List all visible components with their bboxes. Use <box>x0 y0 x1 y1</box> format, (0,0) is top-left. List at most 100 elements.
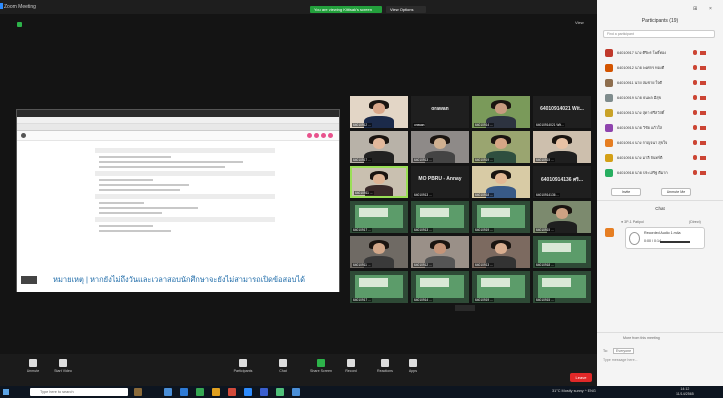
exam-note-banner: หมายเหตุ | หากยังไม่ถึงวันและเวลาสอบนักศ… <box>17 268 339 292</box>
video-tile[interactable]: 64010915 ... <box>533 271 591 303</box>
toolbar-button[interactable]: Chat <box>268 357 298 373</box>
mic-muted-icon <box>693 140 697 145</box>
toolbar-button[interactable]: Share Screen <box>306 357 336 373</box>
screen-share-banner: You are viewing Kittisak's screen <box>310 6 382 13</box>
chat-direct: (Direct) <box>689 220 701 224</box>
participant-row[interactable]: 64010919 นาย ธนพล มีสุข <box>605 93 715 103</box>
browser-address-bar <box>17 117 339 124</box>
recipient-select[interactable]: Everyone <box>613 348 635 354</box>
participant-row[interactable]: 64010915 นาย วิชัย แก้วใส <box>605 123 715 133</box>
toolbar-button[interactable]: Participants <box>228 357 258 373</box>
video-tile[interactable]: 64010919 ... <box>472 201 530 233</box>
video-tile[interactable]: 64010913 ... <box>411 131 469 163</box>
video-tile[interactable]: 64010912 ... <box>350 96 408 128</box>
participant-row[interactable]: 64010912 นาย พงศกร ทองดี <box>605 63 715 73</box>
participant-row[interactable]: 64010914 นาง กาญจนา สุขใจ <box>605 138 715 148</box>
video-tile[interactable]: 64010915 ... <box>533 131 591 163</box>
participant-display-name: 64010914136 ศริ... <box>540 177 583 183</box>
toolbar-button[interactable]: Unmute <box>18 357 48 373</box>
camera-off-icon <box>700 126 706 130</box>
video-tile[interactable]: 64010917 ... <box>350 271 408 303</box>
windows-taskbar: Type here to search 31°C Mostly sunny ^ … <box>0 386 723 398</box>
app-icon[interactable] <box>228 388 236 396</box>
avatar <box>307 133 312 138</box>
document-page <box>95 145 275 270</box>
video-tile[interactable]: 64010918 ... <box>472 166 530 198</box>
video-tile[interactable]: 64010914136 ศริ... 64010914136 ... <box>533 166 591 198</box>
app-icon[interactable] <box>276 388 284 396</box>
mic-muted-icon <box>693 80 697 85</box>
camera-off-icon <box>700 111 706 115</box>
toolbar-label: Record <box>345 369 357 373</box>
security-shield-icon[interactable] <box>17 22 22 27</box>
mic-muted-icon <box>693 155 697 160</box>
invite-button[interactable]: Invite <box>611 188 641 196</box>
app-icon[interactable] <box>292 388 300 396</box>
video-tile[interactable]: orawan orawan <box>411 96 469 128</box>
view-button[interactable]: View <box>575 20 584 25</box>
video-tile[interactable]: MO PBRU - Annay 64010913 ... <box>411 166 469 198</box>
video-tile[interactable]: 64010914 ... <box>472 96 530 128</box>
video-tile[interactable]: 64010914021 Wit... 64010914021 Wit... <box>533 96 591 128</box>
zoom-app-icon[interactable] <box>244 388 252 396</box>
toolbar-button[interactable]: Record <box>336 357 366 373</box>
video-tile[interactable]: 64010911 ... <box>350 166 408 198</box>
gallery-scroll-handle[interactable] <box>455 305 475 311</box>
avatar <box>605 94 613 102</box>
avatar <box>605 64 613 72</box>
participant-video <box>372 138 386 149</box>
participant-search-input[interactable]: Find a participant <box>603 30 715 38</box>
video-tile[interactable]: 64010911 ... <box>350 236 408 268</box>
toolbar-icon <box>347 359 355 367</box>
participant-name-label: 64010919 ... <box>474 228 494 232</box>
video-tile[interactable]: 64010912 ... <box>411 236 469 268</box>
app-icon[interactable] <box>212 388 220 396</box>
app-icon[interactable] <box>164 388 172 396</box>
weather-widget-icon[interactable] <box>134 388 142 396</box>
toolbar-button[interactable]: Reactions <box>370 357 400 373</box>
minimize-panel-icon[interactable]: ⊞ <box>693 6 697 12</box>
toolbar-button[interactable]: Apps <box>398 357 428 373</box>
participant-row[interactable]: 64010918 นาย ประเสริฐ ดีมาก <box>605 168 715 178</box>
shared-slide-thumbnail <box>476 274 526 298</box>
taskbar-search-input[interactable]: Type here to search <box>30 388 128 396</box>
video-tile[interactable]: 64010914 ... <box>411 271 469 303</box>
app-icon[interactable] <box>196 388 204 396</box>
mic-muted-icon <box>693 65 697 70</box>
unmute-me-button[interactable]: Unmute Me <box>661 188 691 196</box>
camera-off-icon <box>700 51 706 55</box>
video-tile[interactable]: 64010913 ... <box>472 236 530 268</box>
participant-video <box>433 243 447 254</box>
view-options-button[interactable]: View Options <box>386 6 426 13</box>
participant-video <box>372 103 386 114</box>
participant-row[interactable]: 64010911 นาย สมชาย ใจดี <box>605 78 715 88</box>
participant-row[interactable]: 64010916 นาง มาลี จันทร์ดี <box>605 153 715 163</box>
avatar <box>605 139 613 147</box>
video-tile[interactable]: 64010918 ... <box>533 236 591 268</box>
leave-button[interactable]: Leave <box>570 373 592 382</box>
video-tile[interactable]: 64010919 ... <box>472 131 530 163</box>
system-tray[interactable]: 31°C Mostly sunny ^ ENG <box>552 389 596 393</box>
more-files-link[interactable]: More from this meeting <box>623 336 660 340</box>
play-icon[interactable] <box>629 232 640 245</box>
participant-row[interactable]: 64010913 นาง สุดา ศรีสวัสดิ์ <box>605 108 715 118</box>
video-tile[interactable]: 64010913 ... <box>411 201 469 233</box>
video-tile[interactable]: 64010917 ... <box>350 201 408 233</box>
participant-row[interactable]: 64010917 นาง ศิริพร โพธิ์ทอง <box>605 48 715 58</box>
chat-input[interactable]: Type message here... <box>603 358 638 362</box>
audio-attachment[interactable]: Recorded Audio 1.m4a 0:00 / 0:14 <box>625 227 705 249</box>
video-tile[interactable]: 64010915 ... <box>533 201 591 233</box>
participant-name-label: 64010917 ... <box>352 158 372 162</box>
video-tile[interactable]: 64010919 ... <box>472 271 530 303</box>
app-icon[interactable] <box>180 388 188 396</box>
close-icon[interactable]: × <box>709 6 712 12</box>
windows-start-icon[interactable] <box>3 389 9 395</box>
taskbar-clock[interactable]: 14:12 11/14/2565 <box>676 387 694 396</box>
participant-name-label: 64010915 ... <box>535 298 555 302</box>
audio-progress[interactable] <box>660 241 690 243</box>
video-tile[interactable]: 64010917 ... <box>350 131 408 163</box>
app-icon[interactable] <box>260 388 268 396</box>
toolbar-button[interactable]: Start Video <box>48 357 78 373</box>
meeting-toolbar: Unmute Start Video Participants Chat Share S… <box>0 354 597 386</box>
participant-name-label: 64010917 ... <box>352 298 372 302</box>
